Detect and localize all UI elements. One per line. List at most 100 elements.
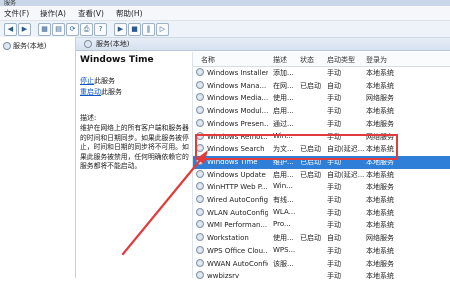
service-log-on-as: 本地系统 bbox=[366, 221, 394, 230]
export-icon[interactable]: ⎙ bbox=[80, 23, 93, 36]
service-actions: 停止此服务 重启动此服务 bbox=[80, 76, 122, 98]
table-row[interactable]: Windows Mana... 在网... 已启动 自动 本地系统 bbox=[193, 80, 450, 93]
service-log-on-as: 本地系统 bbox=[366, 107, 394, 116]
menu-view[interactable]: 查看(V) bbox=[78, 8, 104, 19]
pane-header: 服务(本地) bbox=[76, 38, 450, 51]
service-log-on-as: 网络服务 bbox=[366, 94, 394, 103]
service-name: Windows Mana... bbox=[196, 80, 268, 90]
gear-icon bbox=[3, 42, 11, 50]
column-header-name[interactable]: 名称 bbox=[201, 55, 215, 65]
list-view-icon[interactable]: ▤ bbox=[52, 23, 65, 36]
stop-suffix: 此服务 bbox=[94, 77, 115, 85]
service-startup-type: 手动 bbox=[327, 259, 341, 268]
table-row[interactable]: WLAN AutoConfig WLA... 手动 本地系统 bbox=[193, 207, 450, 220]
table-row[interactable]: Wired AutoConfig 有线... 手动 本地系统 bbox=[193, 194, 450, 207]
help-icon[interactable]: ? bbox=[94, 23, 107, 36]
service-startup-type: 手动 bbox=[327, 208, 341, 217]
service-description: 通过... bbox=[273, 119, 294, 128]
service-name-text: Windows Update bbox=[207, 170, 266, 179]
start-service-icon[interactable]: ▶ bbox=[114, 23, 127, 36]
service-name-text: Wired AutoConfig bbox=[207, 196, 268, 204]
service-description: WPS... bbox=[273, 245, 296, 254]
pause-service-icon[interactable]: ‖ bbox=[142, 23, 155, 36]
service-gear-icon bbox=[196, 80, 204, 89]
service-description: 使用... bbox=[273, 94, 294, 103]
service-log-on-as: 本地服务 bbox=[366, 183, 394, 192]
services-table: 名称 描述 状态 启动类型 登录为 Windows Installer 添加...… bbox=[192, 52, 450, 280]
service-name: WWAN AutoConfig bbox=[196, 258, 268, 268]
service-status: 已启动 bbox=[300, 234, 321, 243]
service-name: Windows Media... bbox=[196, 93, 268, 102]
service-name-text: WinHTTP Web P... bbox=[207, 183, 268, 192]
service-gear-icon bbox=[196, 68, 204, 76]
service-name: Windows Update bbox=[196, 169, 268, 179]
table-row[interactable]: wwbizsrv 手动 本地系统 bbox=[193, 270, 450, 283]
refresh-icon[interactable]: ⟳ bbox=[66, 23, 79, 36]
service-startup-type: 手动 bbox=[327, 119, 341, 128]
forward-icon[interactable]: ▶ bbox=[18, 23, 31, 36]
service-log-on-as: 本地系统 bbox=[366, 272, 394, 281]
service-name-text: WLAN AutoConfig bbox=[207, 208, 268, 217]
table-header: 名称 描述 状态 启动类型 登录为 bbox=[193, 52, 450, 67]
table-row[interactable]: WinHTTP Web P... Win... 手动 本地服务 bbox=[193, 181, 450, 194]
service-name-text: Windows Installer bbox=[207, 69, 268, 77]
description-label: 描述: bbox=[80, 114, 97, 122]
column-header-description[interactable]: 描述 bbox=[273, 55, 287, 65]
toolbar: ◀ ▶ ▦ ▤ ⟳ ⎙ ? ▶ ■ ‖ ▷ bbox=[0, 21, 450, 38]
service-log-on-as: 本地系统 bbox=[366, 196, 394, 204]
table-row[interactable]: WWAN AutoConfig 该服... 手动 本地服务 bbox=[193, 258, 450, 271]
service-startup-type: 手动 bbox=[327, 272, 341, 281]
service-log-on-as: 本地系统 bbox=[366, 69, 394, 77]
tree-item-label: 服务(本地) bbox=[13, 42, 47, 50]
service-log-on-as: 本地系统 bbox=[366, 208, 394, 217]
service-gear-icon bbox=[196, 169, 204, 178]
menu-file[interactable]: 文件(F) bbox=[4, 8, 29, 19]
menu-action[interactable]: 操作(A) bbox=[40, 8, 66, 19]
console-tree: 服务(本地) bbox=[0, 37, 76, 278]
service-startup-type: 自动 bbox=[327, 234, 341, 243]
column-header-startup-type[interactable]: 启动类型 bbox=[327, 55, 355, 65]
service-name-text: wwbizsrv bbox=[207, 272, 240, 281]
restart-service-icon[interactable]: ▷ bbox=[156, 23, 169, 36]
service-startup-type: 手动 bbox=[327, 107, 341, 116]
table-row[interactable]: Workstation 使用... 已启动 自动 网络服务 bbox=[193, 232, 450, 245]
service-name: wwbizsrv bbox=[196, 271, 268, 280]
service-name: WinHTTP Web P... bbox=[196, 182, 268, 191]
table-row[interactable]: WPS Office Clou... WPS... 手动 本地系统 bbox=[193, 245, 450, 258]
table-row[interactable]: Windows Media... 使用... 手动 网络服务 bbox=[193, 92, 450, 105]
service-gear-icon bbox=[196, 106, 204, 115]
service-description: 启用... bbox=[273, 170, 294, 179]
service-startup-type: 自动 bbox=[327, 81, 341, 90]
table-row[interactable]: Windows Update 启用... 已启动 自动(延迟... 本地系统 bbox=[193, 169, 450, 182]
restart-service-link[interactable]: 重启动 bbox=[80, 88, 101, 96]
stop-service-icon[interactable]: ■ bbox=[128, 23, 141, 36]
gear-icon bbox=[84, 40, 92, 48]
service-name: Windows Installer bbox=[196, 68, 268, 77]
service-gear-icon bbox=[196, 195, 204, 203]
menu-help[interactable]: 帮助(H) bbox=[116, 8, 143, 19]
service-log-on-as: 本地服务 bbox=[366, 259, 394, 268]
service-gear-icon bbox=[196, 118, 204, 127]
column-header-status[interactable]: 状态 bbox=[300, 55, 314, 65]
stop-service-link[interactable]: 停止 bbox=[80, 77, 94, 85]
tree-item-services-local[interactable]: 服务(本地) bbox=[3, 41, 46, 51]
service-startup-type: 手动 bbox=[327, 196, 341, 204]
service-description: 在网... bbox=[273, 81, 294, 90]
table-row[interactable]: Windows Presen... 通过... 手动 本地服务 bbox=[193, 118, 450, 131]
console-tree-icon[interactable]: ▦ bbox=[38, 23, 51, 36]
table-row[interactable]: Windows Modul... 启用... 手动 本地系统 bbox=[193, 105, 450, 118]
description-panel: Windows Time 停止此服务 重启动此服务 描述: 维护在网络上的所有客… bbox=[80, 52, 190, 278]
table-row[interactable]: WMI Performan... Pro... 手动 本地系统 bbox=[193, 219, 450, 232]
back-icon[interactable]: ◀ bbox=[4, 23, 17, 36]
service-description: 该服... bbox=[273, 259, 294, 268]
service-log-on-as: 本地系统 bbox=[366, 81, 394, 90]
menu-bar: 文件(F) 操作(A) 查看(V) 帮助(H) bbox=[0, 6, 450, 21]
service-description: Win... bbox=[273, 182, 293, 191]
service-gear-icon bbox=[196, 245, 204, 254]
service-title: Windows Time bbox=[80, 55, 154, 65]
service-startup-type: 手动 bbox=[327, 69, 341, 77]
table-row[interactable]: Windows Installer 添加... 手动 本地系统 bbox=[193, 67, 450, 80]
column-header-log-on-as[interactable]: 登录为 bbox=[366, 55, 387, 65]
service-description: Pro... bbox=[273, 220, 291, 229]
service-name-text: Windows Mana... bbox=[207, 81, 267, 90]
